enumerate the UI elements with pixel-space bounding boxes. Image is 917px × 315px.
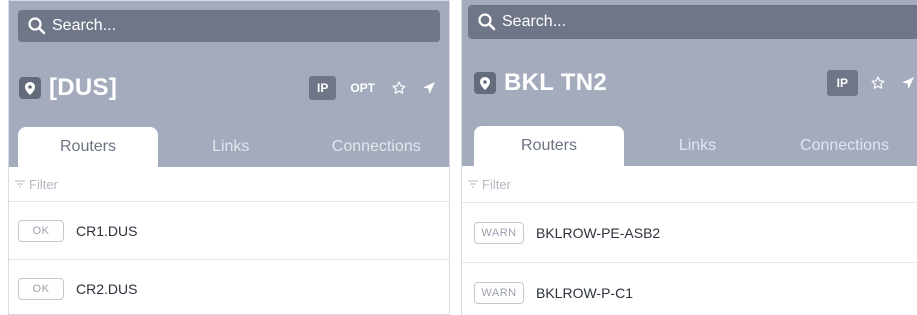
site-panel-dus: Search... [DUS] IP OPT Routers Links Con…: [8, 0, 450, 315]
tab-bar: Routers Links Connections: [18, 127, 449, 167]
search-input[interactable]: Search...: [468, 5, 917, 39]
search-icon: [28, 17, 46, 35]
status-badge: WARN: [474, 281, 524, 304]
location-pin-icon: [19, 77, 41, 99]
star-icon[interactable]: [389, 78, 409, 98]
tab-bar: Routers Links Connections: [474, 126, 917, 166]
header-actions: IP: [826, 70, 917, 96]
panel-header: Search... [DUS] IP OPT Routers Links Con…: [9, 1, 449, 167]
filter-input[interactable]: Filter: [462, 166, 917, 203]
star-icon[interactable]: [868, 73, 888, 93]
ip-button[interactable]: IP: [308, 76, 337, 100]
router-row[interactable]: WARN BKLROW-P-C1: [462, 263, 917, 315]
status-badge: OK: [18, 277, 64, 300]
status-badge: OK: [18, 219, 64, 242]
router-name: CR1.DUS: [76, 222, 138, 239]
status-badge: WARN: [474, 221, 524, 244]
location-row: BKL TN2 IP: [474, 66, 917, 100]
tab-links[interactable]: Links: [624, 126, 771, 166]
search-input[interactable]: Search...: [18, 10, 440, 42]
router-row[interactable]: OK CR1.DUS: [9, 202, 449, 260]
router-name: BKLROW-P-C1: [536, 284, 633, 301]
navigate-arrow-icon[interactable]: [419, 78, 439, 98]
search-placeholder: Search...: [52, 17, 117, 34]
router-row[interactable]: WARN BKLROW-PE-ASB2: [462, 203, 917, 263]
tab-connections[interactable]: Connections: [771, 126, 917, 166]
search-icon: [478, 13, 496, 31]
opt-button[interactable]: OPT: [346, 81, 379, 95]
location-pin-icon: [474, 72, 496, 94]
router-name: CR2.DUS: [76, 280, 138, 297]
panel-header: Search... BKL TN2 IP Routers Links Conne…: [462, 0, 917, 166]
header-actions: IP OPT: [308, 76, 439, 100]
router-row[interactable]: OK CR2.DUS: [9, 260, 449, 314]
tab-routers[interactable]: Routers: [18, 127, 158, 167]
filter-placeholder: Filter: [482, 176, 511, 192]
search-placeholder: Search...: [502, 13, 567, 30]
router-name: BKLROW-PE-ASB2: [536, 224, 661, 241]
filter-placeholder: Filter: [29, 176, 58, 192]
tab-links[interactable]: Links: [158, 127, 304, 167]
tab-connections[interactable]: Connections: [304, 127, 450, 167]
location-title: BKL TN2: [504, 69, 607, 96]
navigate-arrow-icon[interactable]: [898, 73, 917, 93]
location-row: [DUS] IP OPT: [19, 71, 439, 105]
filter-icon: [15, 180, 25, 188]
site-panel-bkl: Search... BKL TN2 IP Routers Links Conne…: [461, 0, 917, 315]
filter-input[interactable]: Filter: [9, 167, 449, 202]
ip-button[interactable]: IP: [826, 70, 858, 96]
location-title: [DUS]: [49, 74, 118, 101]
tab-routers[interactable]: Routers: [474, 126, 624, 166]
filter-icon: [468, 180, 478, 188]
